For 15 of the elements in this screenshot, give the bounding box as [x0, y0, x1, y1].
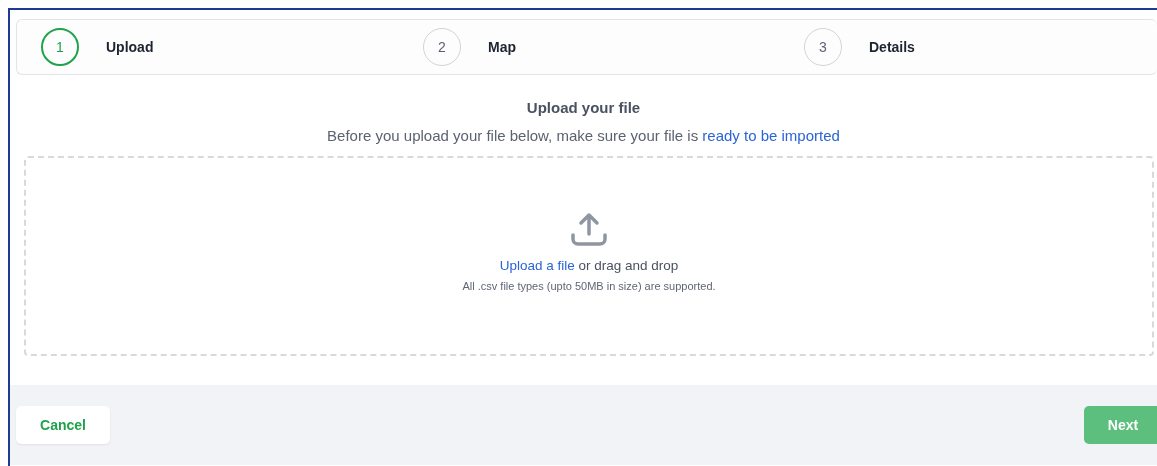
- ready-link[interactable]: ready to be imported: [702, 127, 840, 144]
- drop-zone[interactable]: Upload a file or drag and drop All .csv file types (upto 50MB in size) are supported.: [24, 156, 1154, 356]
- step-number: 1: [41, 28, 79, 66]
- upload-icon: [570, 210, 608, 248]
- step-tab[interactable]: 2 Map: [399, 20, 780, 74]
- file-hint: All .csv file types (upto 50MB in size) are supported.: [462, 280, 716, 292]
- upload-heading: Upload your file: [526, 99, 641, 116]
- intro-text: Before you upload your file below, make sure your file is ready to be imported: [327, 127, 840, 144]
- step-label: Map: [488, 39, 516, 55]
- step-tab[interactable]: 3 Details: [780, 20, 1157, 74]
- step-label: Details: [869, 39, 915, 55]
- drop-text: Upload a file or drag and drop: [499, 258, 679, 273]
- step-tab[interactable]: 1 Upload: [17, 20, 399, 74]
- step-label: Upload: [106, 39, 154, 55]
- upload-link[interactable]: Upload a file: [499, 258, 575, 273]
